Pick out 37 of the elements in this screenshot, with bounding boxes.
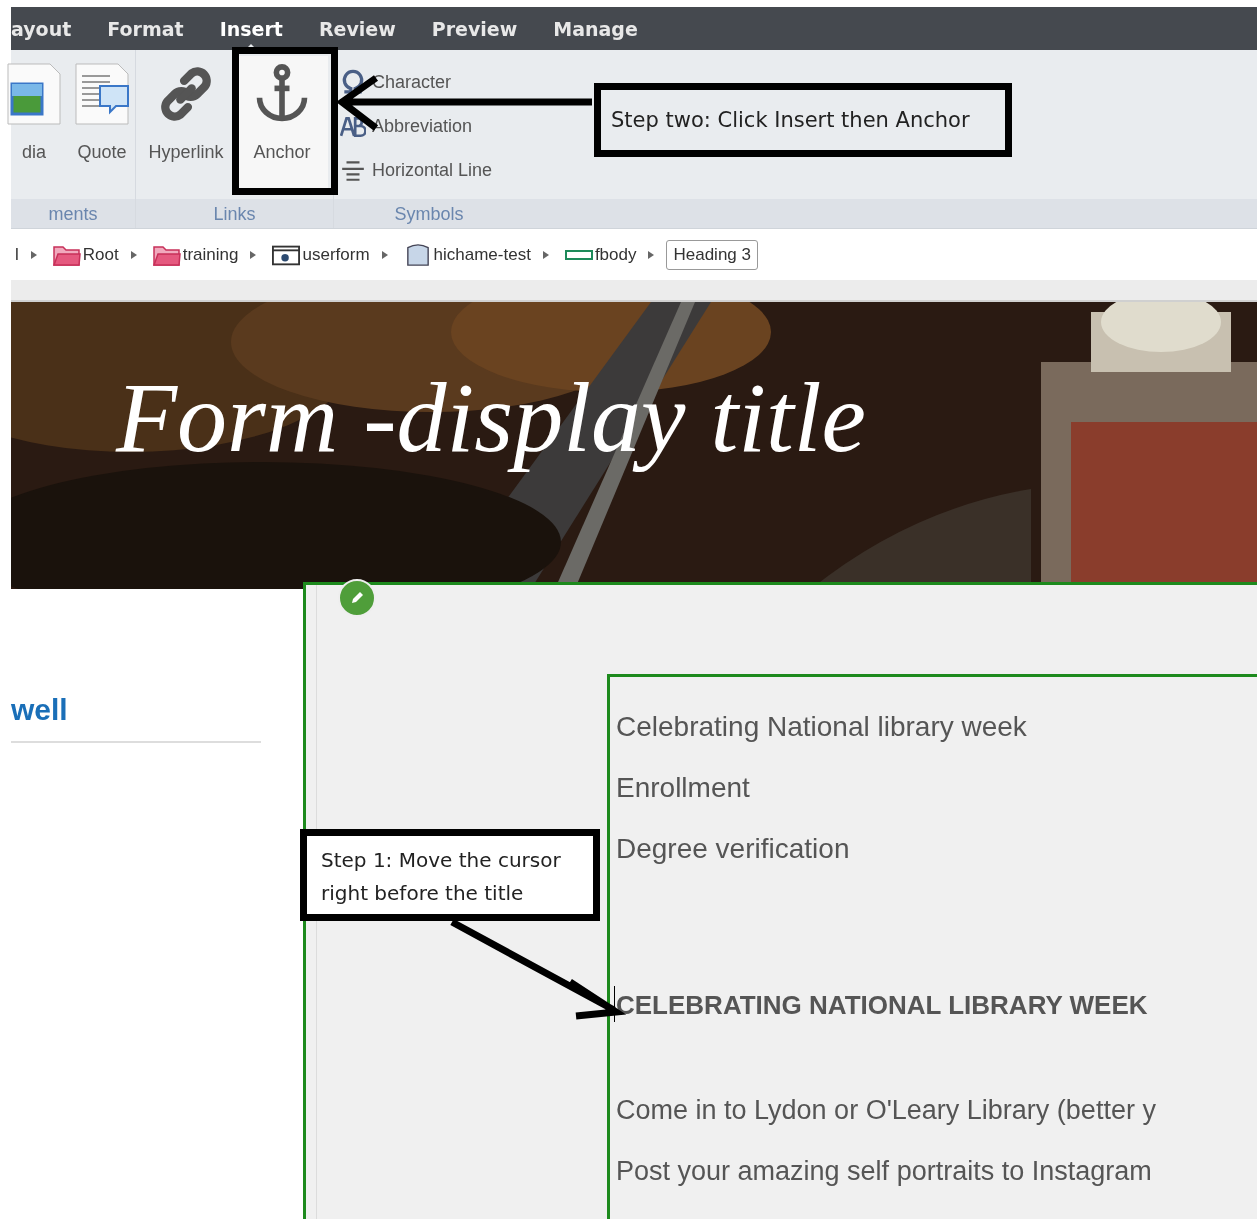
content-block[interactable]: Celebrating National library week Enrollment Degree verification CELEBRATING NATIONAL LIBRARY WEEK Come in to Lydon or O'Leary Library (better y Post your amazing self portraits to Instagram <box>607 674 1257 1219</box>
paragraph: Come in to Lydon or O'Leary Library (better y <box>616 1095 1157 1127</box>
separator-arrow-icon <box>30 250 37 259</box>
menu-tab[interactable]: Manage <box>535 7 656 50</box>
menu-tab[interactable]: Review <box>300 7 414 50</box>
breadcrumb-item[interactable]: training <box>148 242 239 267</box>
omega-icon <box>340 69 366 95</box>
separator-arrow-icon <box>250 250 257 259</box>
menu-item-text: Degree verification <box>616 832 851 866</box>
breadcrumb-item[interactable]: userform <box>268 242 370 267</box>
ribbon-button[interactable]: Hyperlink <box>144 56 228 163</box>
ribbon-button[interactable]: Quote <box>69 56 135 163</box>
sidebar-link[interactable]: well <box>11 693 68 727</box>
separator-arrow-icon <box>542 250 549 259</box>
menu-tab[interactable]: Preview <box>413 7 536 50</box>
ribbon-item[interactable]: Character <box>340 62 452 102</box>
callout-box: Step two: Click Insert then Anchor <box>594 83 1012 157</box>
ribbon-button[interactable]: dia <box>1 56 67 163</box>
separator-arrow-icon <box>381 250 388 259</box>
paragraph: Post your amazing self portraits to Instagram <box>616 1156 1153 1188</box>
menu-item-text: Celebrating National library week <box>616 710 1028 744</box>
menu-tab[interactable]: ayout <box>11 7 90 50</box>
breadcrumb-item[interactable]: Root <box>48 242 119 267</box>
breadcrumb-item[interactable]: hichame-test <box>399 242 531 267</box>
menu-item-text: Enrollment <box>616 771 751 805</box>
breadcrumb-item[interactable]: Heading 3 <box>666 239 758 270</box>
image-document-icon <box>4 62 64 126</box>
callout-box: Step 1: Move the cursor right before the title <box>300 829 600 921</box>
separator-arrow-icon <box>130 250 137 259</box>
hero-title: Form -display title <box>116 361 866 475</box>
breadcrumb-item[interactable]: fbody <box>560 242 637 267</box>
breadcrumb-item[interactable]: l <box>11 244 19 265</box>
ribbon-button[interactable]: Anchor <box>236 56 328 190</box>
ribbon-item[interactable]: Horizontal Line <box>340 150 493 190</box>
menu-tab[interactable]: Format <box>89 7 202 50</box>
separator-arrow-icon <box>648 250 655 259</box>
quote-document-icon <box>72 62 132 126</box>
